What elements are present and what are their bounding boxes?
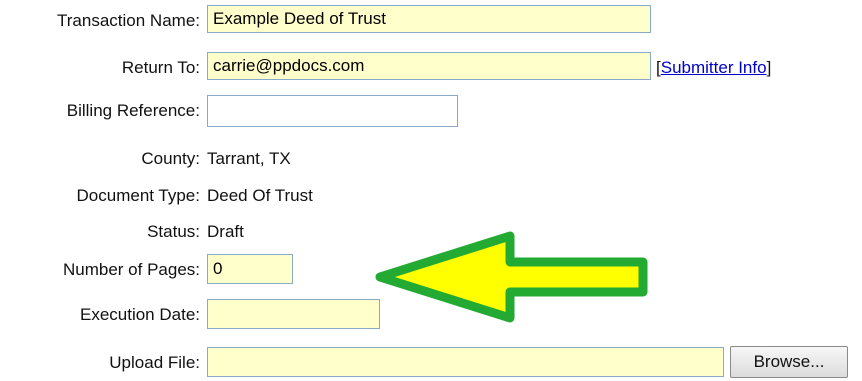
return-to-label: Return To: xyxy=(121,58,200,77)
browse-button[interactable]: Browse... xyxy=(730,346,848,378)
transaction-name-row: Transaction Name: xyxy=(0,5,862,37)
county-row: County: Tarrant, TX xyxy=(0,143,862,175)
submitter-info-link-wrapper: [Submitter Info] xyxy=(656,58,771,78)
billing-reference-label: Billing Reference: xyxy=(66,101,200,120)
return-to-input[interactable] xyxy=(207,52,651,80)
left-arrow-icon xyxy=(375,231,648,323)
billing-reference-row: Billing Reference: xyxy=(0,95,862,127)
status-value: Draft xyxy=(207,222,244,241)
county-label: County: xyxy=(141,149,200,168)
status-label: Status: xyxy=(147,222,200,241)
upload-file-label: Upload File: xyxy=(109,353,200,372)
document-type-value: Deed Of Trust xyxy=(207,186,313,205)
number-of-pages-label: Number of Pages: xyxy=(62,260,200,279)
link-close-bracket: ] xyxy=(766,58,772,77)
document-type-label: Document Type: xyxy=(76,186,200,205)
transaction-name-label: Transaction Name: xyxy=(57,11,200,30)
number-of-pages-input[interactable] xyxy=(207,254,293,284)
county-value: Tarrant, TX xyxy=(207,149,291,168)
transaction-form: Transaction Name: Return To: [Submitter … xyxy=(0,0,862,381)
upload-file-input[interactable] xyxy=(207,347,724,377)
transaction-name-input[interactable] xyxy=(207,5,651,33)
execution-date-label: Execution Date: xyxy=(79,305,200,324)
execution-date-input[interactable] xyxy=(207,299,380,329)
billing-reference-input[interactable] xyxy=(207,95,458,127)
submitter-info-link[interactable]: Submitter Info xyxy=(661,58,767,77)
left-arrow-shape xyxy=(375,231,648,323)
document-type-row: Document Type: Deed Of Trust xyxy=(0,180,862,212)
upload-file-row: Upload File: Browse... xyxy=(0,346,862,379)
return-to-row: Return To: [Submitter Info] xyxy=(0,52,862,84)
